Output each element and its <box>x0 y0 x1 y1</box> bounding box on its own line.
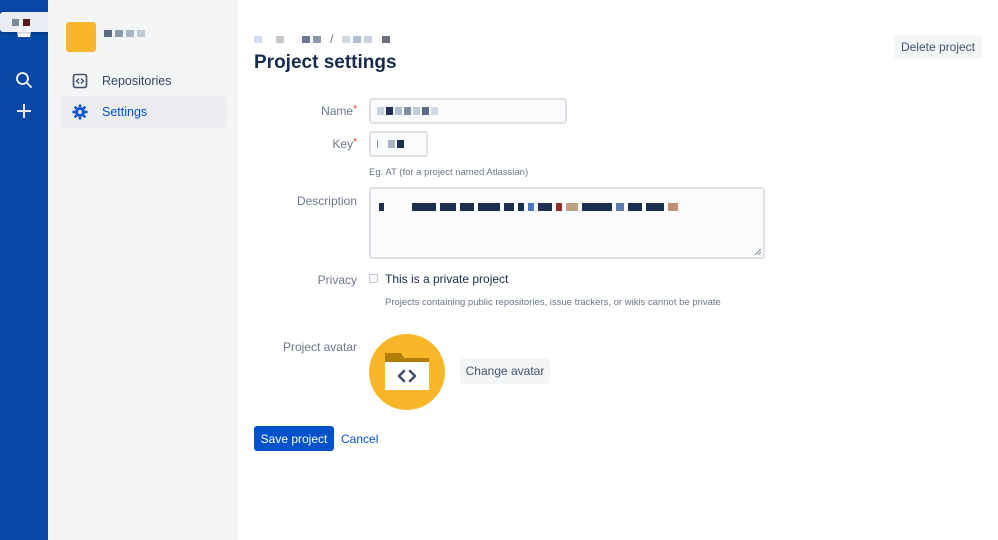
project-avatar-image <box>369 334 445 410</box>
description-value-redacted <box>371 189 763 211</box>
save-project-button[interactable]: Save project <box>254 426 334 451</box>
page-title: Project settings <box>254 52 397 73</box>
gear-icon <box>71 103 89 121</box>
search-icon[interactable] <box>12 68 36 92</box>
project-name-redacted <box>104 30 145 37</box>
folder-code-icon <box>385 353 429 390</box>
breadcrumb: / <box>254 32 391 46</box>
name-input[interactable] <box>369 98 567 124</box>
resize-grip-icon[interactable] <box>755 249 761 255</box>
privacy-label: Privacy <box>317 273 357 287</box>
repository-icon <box>71 72 89 90</box>
key-hint: Eg. AT (for a project named Atlassian) <box>369 167 529 178</box>
description-textarea[interactable] <box>369 187 765 259</box>
sidebar-item-repositories[interactable]: Repositories <box>61 65 226 97</box>
key-value-redacted <box>371 133 426 155</box>
key-label: Key* <box>332 137 357 151</box>
create-plus-icon[interactable] <box>12 99 36 123</box>
name-value-redacted <box>371 100 565 122</box>
sidebar-item-label: Repositories <box>102 74 172 88</box>
delete-project-button[interactable]: Delete project <box>894 35 982 59</box>
privacy-hint: Projects containing public repositories,… <box>385 297 721 308</box>
sidebar-item-label: Settings <box>102 105 148 119</box>
name-label: Name* <box>321 104 357 118</box>
project-avatar-small[interactable] <box>66 22 96 52</box>
sidebar-item-settings[interactable]: Settings <box>61 96 226 128</box>
description-label: Description <box>296 194 357 208</box>
private-project-checkbox[interactable] <box>369 274 378 283</box>
key-input[interactable] <box>369 131 428 157</box>
project-sidebar: Repositories Settings <box>48 0 238 540</box>
global-nav <box>0 0 48 540</box>
cancel-link[interactable]: Cancel <box>341 432 378 446</box>
project-avatar-label: Project avatar <box>282 340 357 354</box>
private-project-checkbox-label[interactable]: This is a private project <box>385 272 508 286</box>
change-avatar-button[interactable]: Change avatar <box>460 358 550 384</box>
